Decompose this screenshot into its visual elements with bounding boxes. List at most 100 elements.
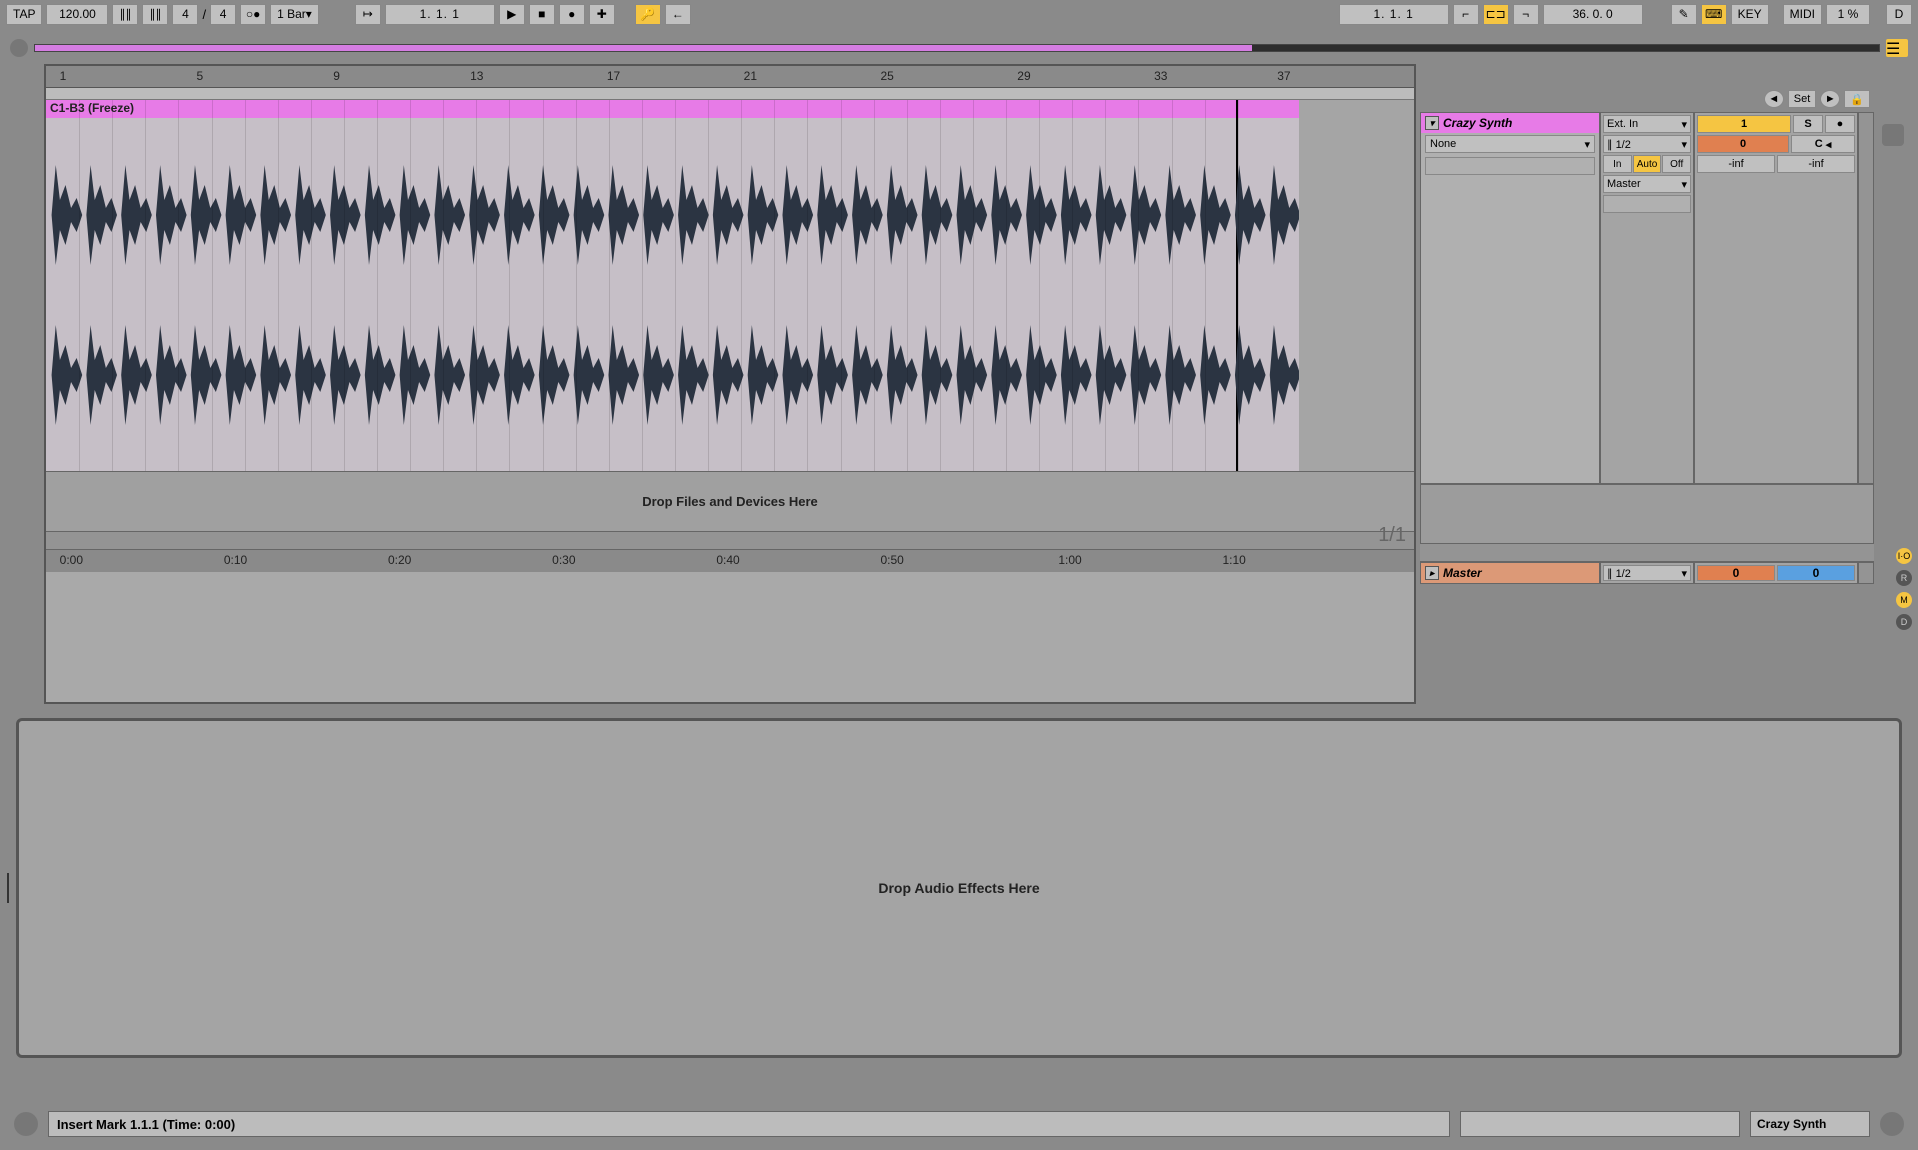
time-mark: 1:00 <box>1058 553 1081 567</box>
play-button[interactable]: ▶ <box>499 4 525 25</box>
arrangement-overview[interactable] <box>34 44 1880 52</box>
ruler-mark: 37 <box>1277 69 1290 83</box>
master-delay[interactable]: 0 <box>1697 565 1775 581</box>
loop-brace[interactable] <box>46 88 1414 100</box>
track-title[interactable]: ▾ Crazy Synth <box>1421 113 1599 133</box>
punch-in-icon[interactable]: ⌐ <box>1453 4 1479 25</box>
lock-icon[interactable]: 🔒 <box>1844 90 1870 108</box>
next-locator-button[interactable]: ► <box>1820 90 1840 108</box>
detail-view-toggle-icon[interactable] <box>1880 1112 1904 1136</box>
back-to-arrangement-icon[interactable]: ← <box>665 4 691 25</box>
input-type-select[interactable]: Ext. In▾ <box>1603 115 1691 133</box>
punch-out-icon[interactable]: ¬ <box>1513 4 1539 25</box>
disk-overload-indicator[interactable]: D <box>1886 4 1912 25</box>
grid-line <box>874 100 875 471</box>
loop-length[interactable]: 36. 0. 0 <box>1543 4 1643 25</box>
browser-toggle-icon[interactable] <box>10 39 28 57</box>
overdub-button[interactable]: ✚ <box>589 4 615 25</box>
arm-button[interactable]: ● <box>1825 115 1855 133</box>
computer-midi-keyboard-icon[interactable]: ⌨ <box>1701 4 1727 25</box>
loop-button[interactable]: ⊏⊐ <box>1483 4 1509 25</box>
delay-toggle[interactable]: D <box>1896 614 1912 630</box>
solo-button[interactable]: S <box>1793 115 1823 133</box>
input-channel-select[interactable]: ∥ 1/2▾ <box>1603 135 1691 153</box>
device-param-select[interactable] <box>1425 157 1595 175</box>
grid-line <box>1138 100 1139 471</box>
cpu-meter: 1 % <box>1826 4 1870 25</box>
track-headers-panel: ◄ Set ► 🔒 ▾ Crazy Synth None▾ Ext. In▾ ∥… <box>1420 64 1874 704</box>
follow-icon[interactable]: ↦ <box>355 4 381 25</box>
mixer-section: 1 S ● 0 C ◂ -inf -inf <box>1694 112 1858 484</box>
automation-arm-button[interactable]: 🔑 <box>635 4 661 25</box>
device-view-handle[interactable] <box>7 873 17 903</box>
grid-line <box>1072 100 1073 471</box>
ruler-mark: 17 <box>607 69 620 83</box>
timesig-den[interactable]: 4 <box>210 4 236 25</box>
page-fraction: 1/1 <box>1378 524 1406 547</box>
mini-waveform[interactable] <box>1460 1111 1740 1137</box>
draw-mode-icon[interactable]: ✎ <box>1671 4 1697 25</box>
top-toolbar: TAP 120.00 ∥∥ ∥∥ 4 / 4 ○● 1 Bar ▾ ↦ 1. 1… <box>0 0 1918 28</box>
device-view[interactable]: Drop Audio Effects Here <box>16 718 1902 1058</box>
selected-track-label: Crazy Synth <box>1750 1111 1870 1137</box>
metronome-icon[interactable]: ○● <box>240 4 266 25</box>
mixer-toggle[interactable]: M <box>1896 592 1912 608</box>
grid-line <box>609 100 610 471</box>
volume-inf-1[interactable]: -inf <box>1697 155 1775 173</box>
nudge-up-icon[interactable]: ∥∥ <box>142 4 168 25</box>
grid-line <box>112 100 113 471</box>
drop-files-area[interactable]: Drop Files and Devices Here <box>46 472 1414 532</box>
grid-line <box>1105 100 1106 471</box>
master-pan[interactable]: 0 <box>1777 565 1855 581</box>
set-locator-button[interactable]: Set <box>1788 90 1817 108</box>
record-button[interactable]: ● <box>559 4 585 25</box>
grid-line <box>476 100 477 471</box>
grid-line <box>1238 100 1239 471</box>
crossfade-assign[interactable]: C ◂ <box>1791 135 1855 153</box>
spacer-row: 1/1 <box>46 532 1414 550</box>
device-select[interactable]: None▾ <box>1425 135 1595 153</box>
volume-inf-2[interactable]: -inf <box>1777 155 1855 173</box>
tap-button[interactable]: TAP <box>6 4 42 25</box>
beat-ruler[interactable]: 1 5 9 13 17 21 25 29 33 37 <box>46 66 1414 88</box>
master-title[interactable]: ▸ Master <box>1420 562 1600 584</box>
track-fold-icon[interactable]: ▾ <box>1425 116 1439 130</box>
master-meter-strip <box>1858 562 1874 584</box>
output-sub-select[interactable] <box>1603 195 1691 213</box>
arrangement-view-icon[interactable] <box>1882 124 1904 146</box>
master-name-label: Master <box>1443 566 1482 580</box>
session-view-button[interactable]: ☰ <box>1886 39 1908 57</box>
quantize-menu[interactable]: 1 Bar ▾ <box>270 4 319 25</box>
timesig-num[interactable]: 4 <box>172 4 198 25</box>
waveform-bottom <box>46 310 1299 440</box>
loop-position[interactable]: 1. 1. 1 <box>1339 4 1449 25</box>
clip-header[interactable]: C1-B3 (Freeze) <box>46 100 1299 118</box>
tempo-field[interactable]: 120.00 <box>46 4 108 25</box>
grid-line <box>311 100 312 471</box>
info-view-toggle-icon[interactable] <box>14 1112 38 1136</box>
grid-line <box>79 100 80 471</box>
grid-line <box>245 100 246 471</box>
rpanel-spacer <box>1420 544 1874 562</box>
returns-toggle[interactable]: R <box>1896 570 1912 586</box>
ruler-mark: 21 <box>744 69 757 83</box>
clip-area[interactable]: C1-B3 (Freeze) <box>46 100 1414 471</box>
grid-line <box>807 100 808 471</box>
track-delay[interactable]: 0 <box>1697 135 1789 153</box>
track-activator[interactable]: 1 <box>1697 115 1791 133</box>
prev-locator-button[interactable]: ◄ <box>1764 90 1784 108</box>
monitor-in-button[interactable]: In <box>1603 155 1632 173</box>
monitor-off-button[interactable]: Off <box>1662 155 1691 173</box>
nudge-down-icon[interactable]: ∥∥ <box>112 4 138 25</box>
stop-button[interactable]: ■ <box>529 4 555 25</box>
io-toggle[interactable]: I·O <box>1896 548 1912 564</box>
key-map-button[interactable]: KEY <box>1731 4 1769 25</box>
arrangement-position[interactable]: 1. 1. 1 <box>385 4 495 25</box>
time-ruler[interactable]: 0:00 0:10 0:20 0:30 0:40 0:50 1:00 1:10 <box>46 550 1414 572</box>
master-fold-icon[interactable]: ▸ <box>1425 566 1439 580</box>
master-output-select[interactable]: ∥ 1/2▾ <box>1603 565 1691 581</box>
grid-line <box>675 100 676 471</box>
output-select[interactable]: Master▾ <box>1603 175 1691 193</box>
monitor-auto-button[interactable]: Auto <box>1633 155 1662 173</box>
midi-map-button[interactable]: MIDI <box>1783 4 1822 25</box>
